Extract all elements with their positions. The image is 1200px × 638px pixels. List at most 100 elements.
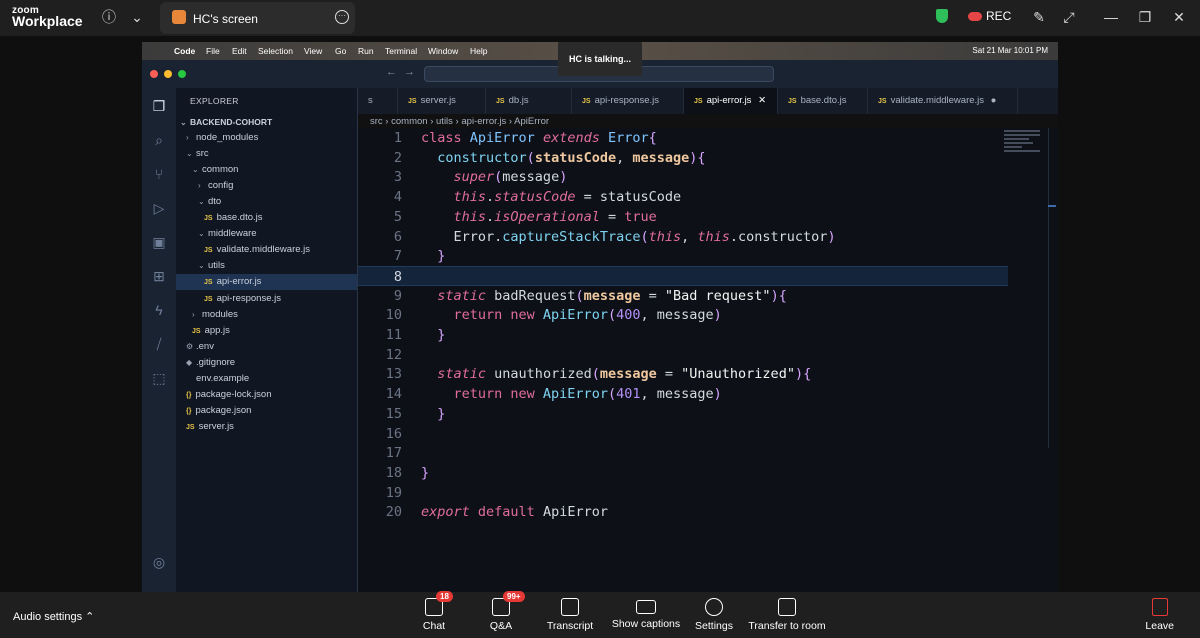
code-line[interactable]: 17 [358, 443, 1008, 463]
explorer-item-config[interactable]: › config [176, 178, 357, 194]
code-line[interactable]: 14 return new ApiError(401, message) [358, 384, 1008, 404]
explorer-item-api-response-js[interactable]: JS api-response.js [176, 291, 357, 307]
code-line[interactable]: 3 super(message) [358, 167, 1008, 187]
menu-go[interactable]: Go [335, 46, 346, 56]
explorer-item-gitignore[interactable]: ◆ .gitignore [176, 355, 357, 371]
breadcrumb-item[interactable]: utils [436, 116, 453, 127]
code-line[interactable]: 12 [358, 345, 1008, 365]
info-icon[interactable]: ⓘ [100, 8, 118, 26]
code-line[interactable]: 16 [358, 424, 1008, 444]
tab-base-dto-js[interactable]: JS base.dto.js [778, 88, 868, 114]
explorer-item-server-js[interactable]: JS server.js [176, 419, 357, 435]
search-icon[interactable]: ⌕ [151, 132, 167, 148]
tab-validate-middleware-js[interactable]: JS validate.middleware.js ● [868, 88, 1018, 114]
settings-button[interactable]: Settings [674, 598, 754, 632]
code-line[interactable]: 8 [358, 265, 1008, 286]
explorer-item-app-js[interactable]: JS app.js [176, 323, 357, 339]
run-debug-icon[interactable]: ▷ [151, 200, 167, 216]
menu-view[interactable]: View [304, 46, 322, 56]
leave-button[interactable]: Leave [1145, 598, 1174, 632]
breadcrumb-item[interactable]: common [391, 116, 427, 127]
code-line[interactable]: 7 } [358, 246, 1008, 266]
explorer-root[interactable]: ⌄ BACKEND-COHORT [176, 114, 357, 130]
explorer-item-base-dto-js[interactable]: JS base.dto.js [176, 210, 357, 226]
chevron-down-icon: ⌄ [198, 261, 205, 271]
mongodb-leaf-icon[interactable]: ⧸ [151, 336, 167, 352]
code-line[interactable]: 11 } [358, 325, 1008, 345]
shared-screen-tab[interactable]: HC's screen ··· [160, 2, 355, 34]
annotate-pen-icon[interactable]: ✎ [1030, 8, 1048, 26]
breadcrumb-item[interactable]: src [370, 116, 383, 127]
explorer-item-utils[interactable]: ⌄ utils [176, 258, 357, 274]
explorer-item-env[interactable]: ⚙ .env [176, 339, 357, 355]
explorer-item-common[interactable]: ⌄ common [176, 162, 357, 178]
transfer-to-room-button[interactable]: Transfer to room [747, 598, 827, 632]
minimap[interactable] [1004, 128, 1040, 158]
thunder-client-icon[interactable]: ϟ [151, 302, 167, 318]
source-control-icon[interactable]: ⑂ [151, 166, 167, 182]
forward-arrow-icon[interactable]: → [404, 66, 415, 78]
tab-close-icon[interactable]: ✕ [755, 95, 766, 106]
code-editor[interactable]: 1 class ApiError extends Error{2 construc… [358, 128, 1058, 592]
menu-help[interactable]: Help [470, 46, 487, 56]
code-line[interactable]: 2 constructor(statusCode, message){ [358, 148, 1008, 168]
breadcrumb-item[interactable]: ApiError [514, 116, 549, 127]
menu-file[interactable]: File [206, 46, 220, 56]
menu-window[interactable]: Window [428, 46, 458, 56]
tab-api-error-js[interactable]: JS api-error.js ✕ [684, 88, 778, 114]
qa-button[interactable]: 99+ Q&A [461, 591, 541, 632]
menu-app-name[interactable]: Code [174, 46, 195, 56]
recording-indicator[interactable]: REC [968, 9, 1011, 23]
code-line[interactable]: 5 this.isOperational = true [358, 207, 1008, 227]
restore-icon[interactable]: ❐ [1136, 8, 1154, 26]
explorer-item-env-example[interactable]: env.example [176, 371, 357, 387]
explorer-item-package-json[interactable]: {} package.json [176, 403, 357, 419]
explorer-item-api-error-js[interactable]: JS api-error.js [176, 274, 357, 291]
extensions-icon[interactable]: ⊞ [151, 268, 167, 284]
code-line[interactable]: 1 class ApiError extends Error{ [358, 128, 1008, 148]
code-line[interactable]: 6 Error.captureStackTrace(this, this.con… [358, 227, 1008, 247]
explorer-files-icon[interactable]: ❐ [151, 98, 167, 114]
json-file-icon: {} [186, 391, 192, 399]
editor-scrollbar[interactable] [1048, 128, 1056, 448]
explorer-item-src[interactable]: ⌄ src [176, 146, 357, 162]
explorer-item-node-modules[interactable]: › node_modules [176, 130, 357, 146]
remote-explorer-icon[interactable]: ▣ [151, 234, 167, 250]
explorer-item-dto[interactable]: ⌄ dto [176, 194, 357, 210]
chevron-down-icon[interactable]: ⌄ [128, 8, 146, 26]
code-line[interactable]: 18} [358, 463, 1008, 483]
code-line[interactable]: 10 return new ApiError(400, message) [358, 305, 1008, 325]
code-line[interactable]: 15 } [358, 404, 1008, 424]
explorer-item-validate-middleware-js[interactable]: JS validate.middleware.js [176, 242, 357, 258]
code-line[interactable]: 9 static badRequest(message = "Bad reque… [358, 286, 1008, 306]
tab-db-js[interactable]: JS db.js [486, 88, 572, 114]
explorer-item-middleware[interactable]: ⌄ middleware [176, 226, 357, 242]
explorer-item-package-lock-json[interactable]: {} package-lock.json [176, 387, 357, 403]
breadcrumb-item[interactable]: api-error.js [461, 116, 506, 127]
explorer-item-modules[interactable]: › modules [176, 307, 357, 323]
code-line[interactable]: 20 export default ApiError [358, 502, 1008, 522]
transcript-button[interactable]: Transcript [530, 598, 610, 632]
menu-terminal[interactable]: Terminal [385, 46, 417, 56]
menu-edit[interactable]: Edit [232, 46, 247, 56]
fullscreen-icon[interactable]: ⤢ [1060, 8, 1078, 26]
back-arrow-icon[interactable]: ← [386, 66, 397, 78]
tab-s[interactable]: s [358, 88, 398, 114]
window-minimize-button[interactable] [164, 70, 172, 78]
code-line[interactable]: 4 this.statusCode = statusCode [358, 187, 1008, 207]
window-close-button[interactable] [150, 70, 158, 78]
containers-icon[interactable]: ⬚ [151, 370, 167, 386]
more-options-icon[interactable]: ··· [335, 10, 349, 24]
audio-settings-button[interactable]: Audio settings ⌃ [13, 610, 94, 623]
window-zoom-button[interactable] [178, 70, 186, 78]
code-line[interactable]: 19 [358, 483, 1008, 503]
menu-selection[interactable]: Selection [258, 46, 293, 56]
tab-api-response-js[interactable]: JS api-response.js [572, 88, 684, 114]
tab-server-js[interactable]: JS server.js [398, 88, 486, 114]
code-line[interactable]: 13 static unauthorized(message = "Unauth… [358, 364, 1008, 384]
account-icon[interactable]: ◎ [151, 554, 167, 570]
menu-run[interactable]: Run [358, 46, 374, 56]
close-icon[interactable]: ✕ [1170, 8, 1188, 26]
chevron-down-icon: ⌄ [198, 197, 205, 207]
minimize-icon[interactable]: — [1102, 8, 1120, 26]
